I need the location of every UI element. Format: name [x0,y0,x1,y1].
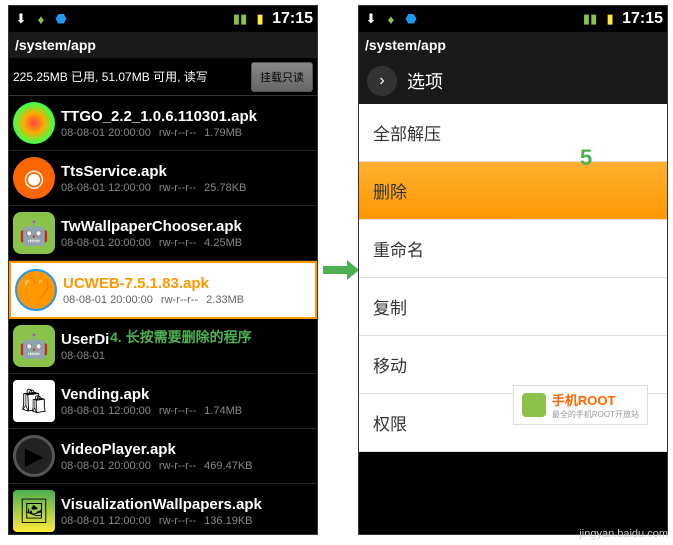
file-item[interactable]: 🤖 TwWallpaperChooser.apk 08-08-01 20:00:… [9,206,317,261]
file-item[interactable]: 🖼 VisualizationWallpapers.apk 08-08-01 1… [9,484,317,534]
app-icon-tts: ◉ [13,157,55,199]
popup-title: 选项 [407,68,443,94]
app-icon-visualization: 🖼 [13,490,55,532]
apk-icon: 🤖 [13,212,55,254]
menu-item-rename[interactable]: 重命名 [359,220,667,278]
current-path: /system/app [15,37,96,53]
file-name: TTGO_2.2_1.0.6.110301.apk [61,108,313,125]
current-path: /system/app [365,37,446,53]
file-item[interactable]: 🛍 Vending.apk 08-08-01 12:00:00rw-r--r--… [9,374,317,429]
download-icon: ⬇ [13,11,29,27]
file-list[interactable]: TTGO_2.2_1.0.6.110301.apk 08-08-01 20:00… [9,96,317,534]
signal-icon: ▮▮ [232,11,248,27]
file-name: VideoPlayer.apk [61,441,313,458]
back-button[interactable]: › [367,66,397,96]
app-icon-video: ▶ [13,435,55,477]
path-bar: /system/app [359,32,667,58]
android-icon: ♦ [383,11,399,27]
watermark-logo: 手机ROOT 最全的手机ROOT开放站 [513,385,648,425]
clock: 17:15 [622,10,663,28]
menu-item-extract-all[interactable]: 全部解压 [359,104,667,162]
app-icon-ucweb: 🧡 [15,269,57,311]
app-icon: ⬣ [403,11,419,27]
arrow-icon [323,260,359,280]
chevron-right-icon: › [379,72,384,90]
battery-icon: ▮ [602,11,618,27]
file-item[interactable]: TTGO_2.2_1.0.6.110301.apk 08-08-01 20:00… [9,96,317,151]
storage-info-bar: 225.25MB 已用, 51.07MB 可用, 读写 挂载只读 [9,58,317,96]
popup-header: › 选项 [359,58,667,104]
app-icon: ⬣ [53,11,69,27]
android-icon: ♦ [33,11,49,27]
file-item[interactable]: ◉ TtsService.apk 08-08-01 12:00:00rw-r--… [9,151,317,206]
file-item[interactable]: ▶ VideoPlayer.apk 08-08-01 20:00:00rw-r-… [9,429,317,484]
battery-icon: ▮ [252,11,268,27]
status-bar: ⬇ ♦ ⬣ ▮▮ ▮ 17:15 [359,6,667,32]
annotation-step-5: 5 [580,145,592,171]
menu-item-copy[interactable]: 复制 [359,278,667,336]
file-name: TwWallpaperChooser.apk [61,218,313,235]
file-name: UCWEB-7.5.1.83.apk [63,275,311,292]
clock: 17:15 [272,10,313,28]
path-bar: /system/app [9,32,317,58]
file-item-selected[interactable]: 🧡 UCWEB-7.5.1.83.apk 08-08-01 20:00:00rw… [9,261,317,319]
phone-screenshot-right: ⬇ ♦ ⬣ ▮▮ ▮ 17:15 /system/app › 选项 全部解压 删… [358,5,668,535]
baidu-watermark: jingyan.baidu.com [579,528,668,540]
download-icon: ⬇ [363,11,379,27]
watermark-title: 手机ROOT [552,390,639,409]
signal-icon: ▮▮ [582,11,598,27]
annotation-step-4: 4. 长按需要删除的程序 [110,327,252,347]
file-name: VisualizationWallpapers.apk [61,496,313,513]
storage-info: 225.25MB 已用, 51.07MB 可用, 读写 [13,68,208,85]
menu-item-delete[interactable]: 删除 [359,162,667,220]
file-name: Vending.apk [61,386,313,403]
mount-readonly-button[interactable]: 挂载只读 [251,62,313,92]
app-icon-vending: 🛍 [13,380,55,422]
app-icon-ttgo [13,102,55,144]
watermark-subtitle: 最全的手机ROOT开放站 [552,409,639,420]
status-bar: ⬇ ♦ ⬣ ▮▮ ▮ 17:15 [9,6,317,32]
phone-screenshot-left: ⬇ ♦ ⬣ ▮▮ ▮ 17:15 /system/app 225.25MB 已用… [8,5,318,535]
android-robot-icon [522,393,546,417]
apk-icon: 🤖 [13,325,55,367]
file-name: TtsService.apk [61,163,313,180]
